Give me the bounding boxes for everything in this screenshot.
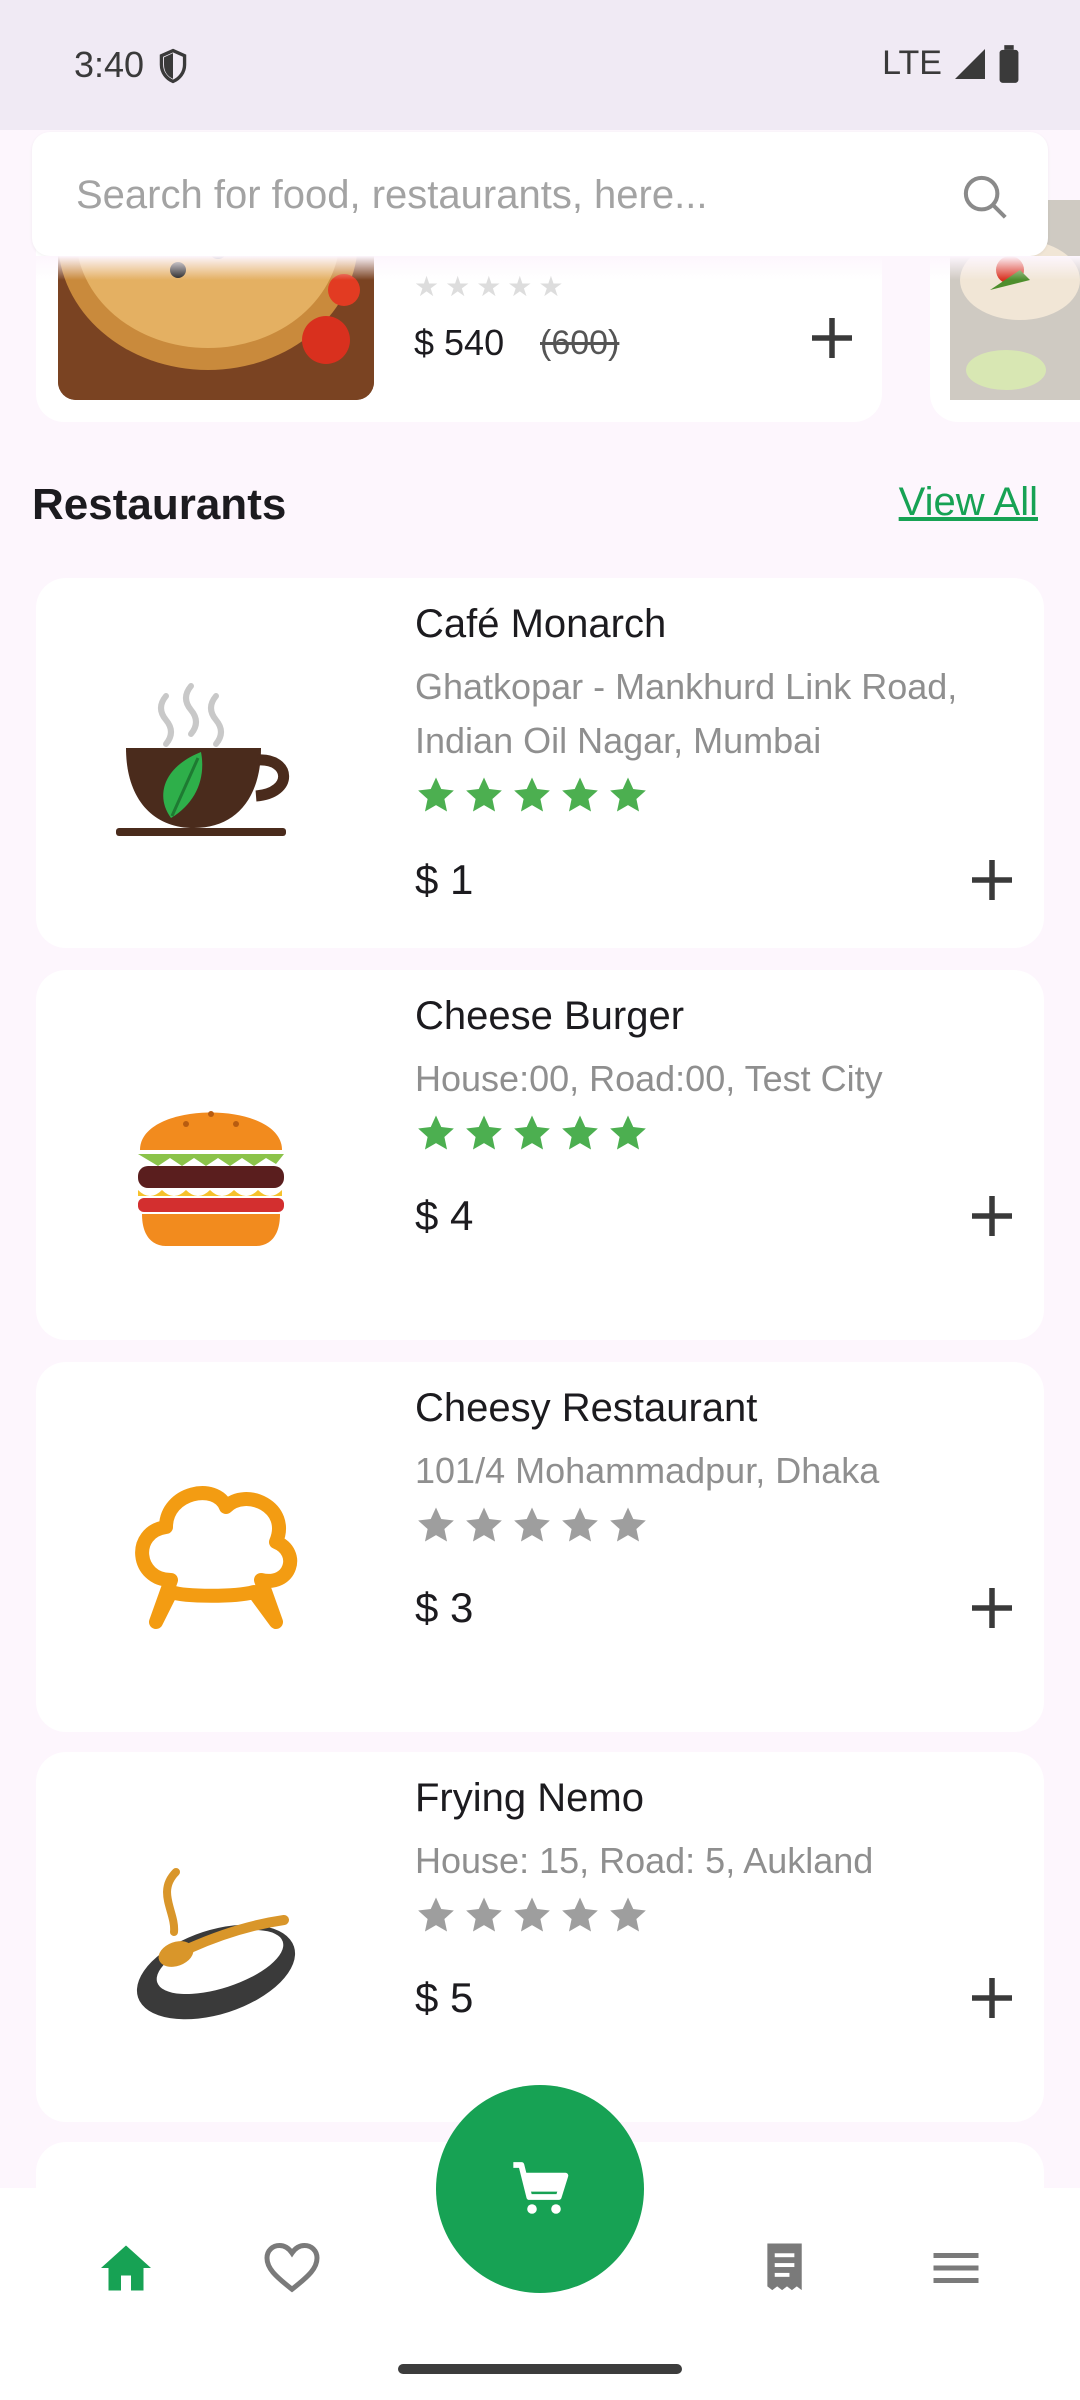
chef-hat-logo <box>135 1486 298 1629</box>
item-old-price: (600) <box>540 324 620 362</box>
rating-stars <box>415 1112 649 1154</box>
star-icon <box>418 1115 454 1150</box>
star-icon <box>562 777 598 812</box>
restaurant-address: House: 15, Road: 5, Aukland <box>415 1840 874 1881</box>
rating-stars <box>415 1894 649 1936</box>
plus-icon[interactable] <box>962 1968 1022 2028</box>
restaurant-address: Ghatkopar - Mankhurd Link Road, Indian O… <box>415 666 958 761</box>
home-indicator[interactable] <box>398 2364 682 2374</box>
cart-icon <box>513 2162 569 2214</box>
restaurant-price: $ 3 <box>415 1584 474 1631</box>
menu-icon[interactable] <box>926 2238 986 2298</box>
star-icon <box>418 1507 454 1542</box>
star-icon <box>610 1115 646 1150</box>
star-icon <box>562 1115 598 1150</box>
restaurant-name: Cheesy Restaurant <box>415 1386 758 1430</box>
restaurant-address: 101/4 Mohammadpur, Dhaka <box>415 1450 880 1491</box>
restaurant-card[interactable]: Café Monarch Ghatkopar - Mankhurd Link R… <box>36 578 1044 948</box>
shield-icon <box>159 48 187 84</box>
star-icon <box>610 1897 646 1932</box>
restaurant-card[interactable]: Cheese Burger House:00, Road:00, Test Ci… <box>36 970 1044 1340</box>
star-icon <box>466 1115 502 1150</box>
star-icon <box>514 777 550 812</box>
restaurant-card[interactable]: Cheesy Restaurant 101/4 Mohammadpur, Dha… <box>36 1362 1044 1732</box>
status-time: 3:40 <box>74 44 145 85</box>
star-icon <box>514 1115 550 1150</box>
item-price: $ 540 <box>414 322 505 363</box>
restaurant-price: $ 4 <box>415 1192 474 1239</box>
home-icon[interactable] <box>96 2238 156 2298</box>
plus-icon[interactable] <box>962 1186 1022 1246</box>
star-icon <box>514 1897 550 1932</box>
heart-icon[interactable] <box>262 2238 322 2298</box>
restaurant-name: Frying Nemo <box>415 1776 644 1820</box>
cart-button[interactable] <box>436 2085 644 2293</box>
plus-icon[interactable] <box>962 1578 1022 1638</box>
restaurant-price: $ 1 <box>415 856 474 903</box>
star-icon <box>562 1507 598 1542</box>
plus-icon[interactable] <box>802 308 862 368</box>
status-right: LTE <box>882 44 1020 83</box>
plus-icon[interactable] <box>962 850 1022 910</box>
star-icon <box>466 777 502 812</box>
star-icon <box>562 1897 598 1932</box>
restaurant-card[interactable]: Frying Nemo House: 15, Road: 5, Aukland … <box>36 1752 1044 2122</box>
burger-logo <box>138 1111 284 1246</box>
signal-icon <box>955 48 985 79</box>
restaurant-name: Café Monarch <box>415 602 667 646</box>
rating-stars <box>415 774 649 816</box>
section-title: Restaurants <box>32 480 287 529</box>
frying-pan-logo <box>136 1868 296 2020</box>
star-icon <box>610 1507 646 1542</box>
search-bar[interactable] <box>32 132 1048 256</box>
star-icon <box>514 1507 550 1542</box>
star-icon <box>466 1897 502 1932</box>
battery-icon <box>999 44 1019 83</box>
search-shadow <box>0 256 1080 280</box>
search-icon[interactable] <box>958 170 1012 224</box>
star-icon <box>610 777 646 812</box>
view-all-link[interactable]: View All <box>899 480 1038 525</box>
search-input[interactable] <box>74 166 958 224</box>
restaurant-address: House:00, Road:00, Test City <box>415 1058 883 1099</box>
rating-stars <box>415 1504 649 1546</box>
cafe-cup-logo <box>116 683 289 836</box>
status-bar: 3:40 LTE <box>0 0 1080 130</box>
star-icon <box>418 777 454 812</box>
restaurant-name: Cheese Burger <box>415 994 685 1038</box>
star-icon <box>466 1507 502 1542</box>
restaurant-price: $ 5 <box>415 1974 474 2021</box>
network-label: LTE <box>882 44 942 82</box>
star-icon <box>418 1897 454 1932</box>
receipt-icon[interactable] <box>760 2238 814 2298</box>
